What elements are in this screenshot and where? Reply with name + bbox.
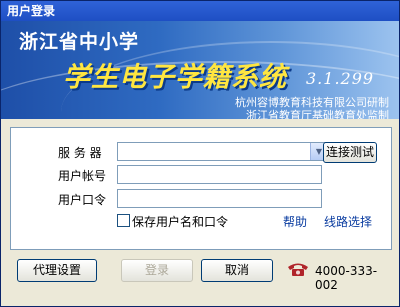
login-button[interactable]: 登录 bbox=[121, 259, 193, 282]
banner: 浙江省中小学 学生电子学籍系统 3.1.299 杭州容博教育科技有限公司研制 浙… bbox=[1, 21, 399, 119]
save-credentials-label[interactable]: 保存用户名和口令 bbox=[132, 213, 228, 230]
account-input[interactable] bbox=[117, 165, 322, 184]
window-title: 用户登录 bbox=[1, 1, 399, 21]
password-input[interactable] bbox=[117, 189, 322, 208]
proxy-settings-button[interactable]: 代理设置 bbox=[17, 259, 97, 282]
account-label: 用户帐号 bbox=[58, 169, 107, 183]
login-form: 服 务 器 ▼ 连接测试 用户帐号 用户口令 保存用户名和口令 帮助 线路选择 bbox=[10, 127, 392, 250]
version-label: 3.1.299 bbox=[306, 69, 375, 88]
banner-title: 学生电子学籍系统 bbox=[63, 62, 287, 93]
cancel-button[interactable]: 取消 bbox=[201, 259, 273, 282]
banner-subtitle: 浙江省中小学 bbox=[19, 31, 140, 53]
server-label: 服 务 器 bbox=[58, 146, 102, 160]
supervisor-credit: 浙江省教育厅基础教育处监制 bbox=[246, 109, 389, 119]
route-select-link[interactable]: 线路选择 bbox=[324, 213, 372, 230]
password-label: 用户口令 bbox=[58, 193, 107, 207]
hotline-number: 4000-333-002 bbox=[315, 264, 378, 292]
help-link[interactable]: 帮助 bbox=[283, 213, 307, 230]
connection-test-button[interactable]: 连接测试 bbox=[323, 142, 377, 163]
login-window: 用户登录 浙江省中小学 学生电子学籍系统 3.1.299 杭州容博教育科技有限公… bbox=[0, 0, 400, 307]
telephone-icon bbox=[288, 263, 308, 276]
save-credentials-checkbox[interactable] bbox=[117, 214, 130, 227]
server-select[interactable]: ▼ bbox=[117, 142, 328, 161]
